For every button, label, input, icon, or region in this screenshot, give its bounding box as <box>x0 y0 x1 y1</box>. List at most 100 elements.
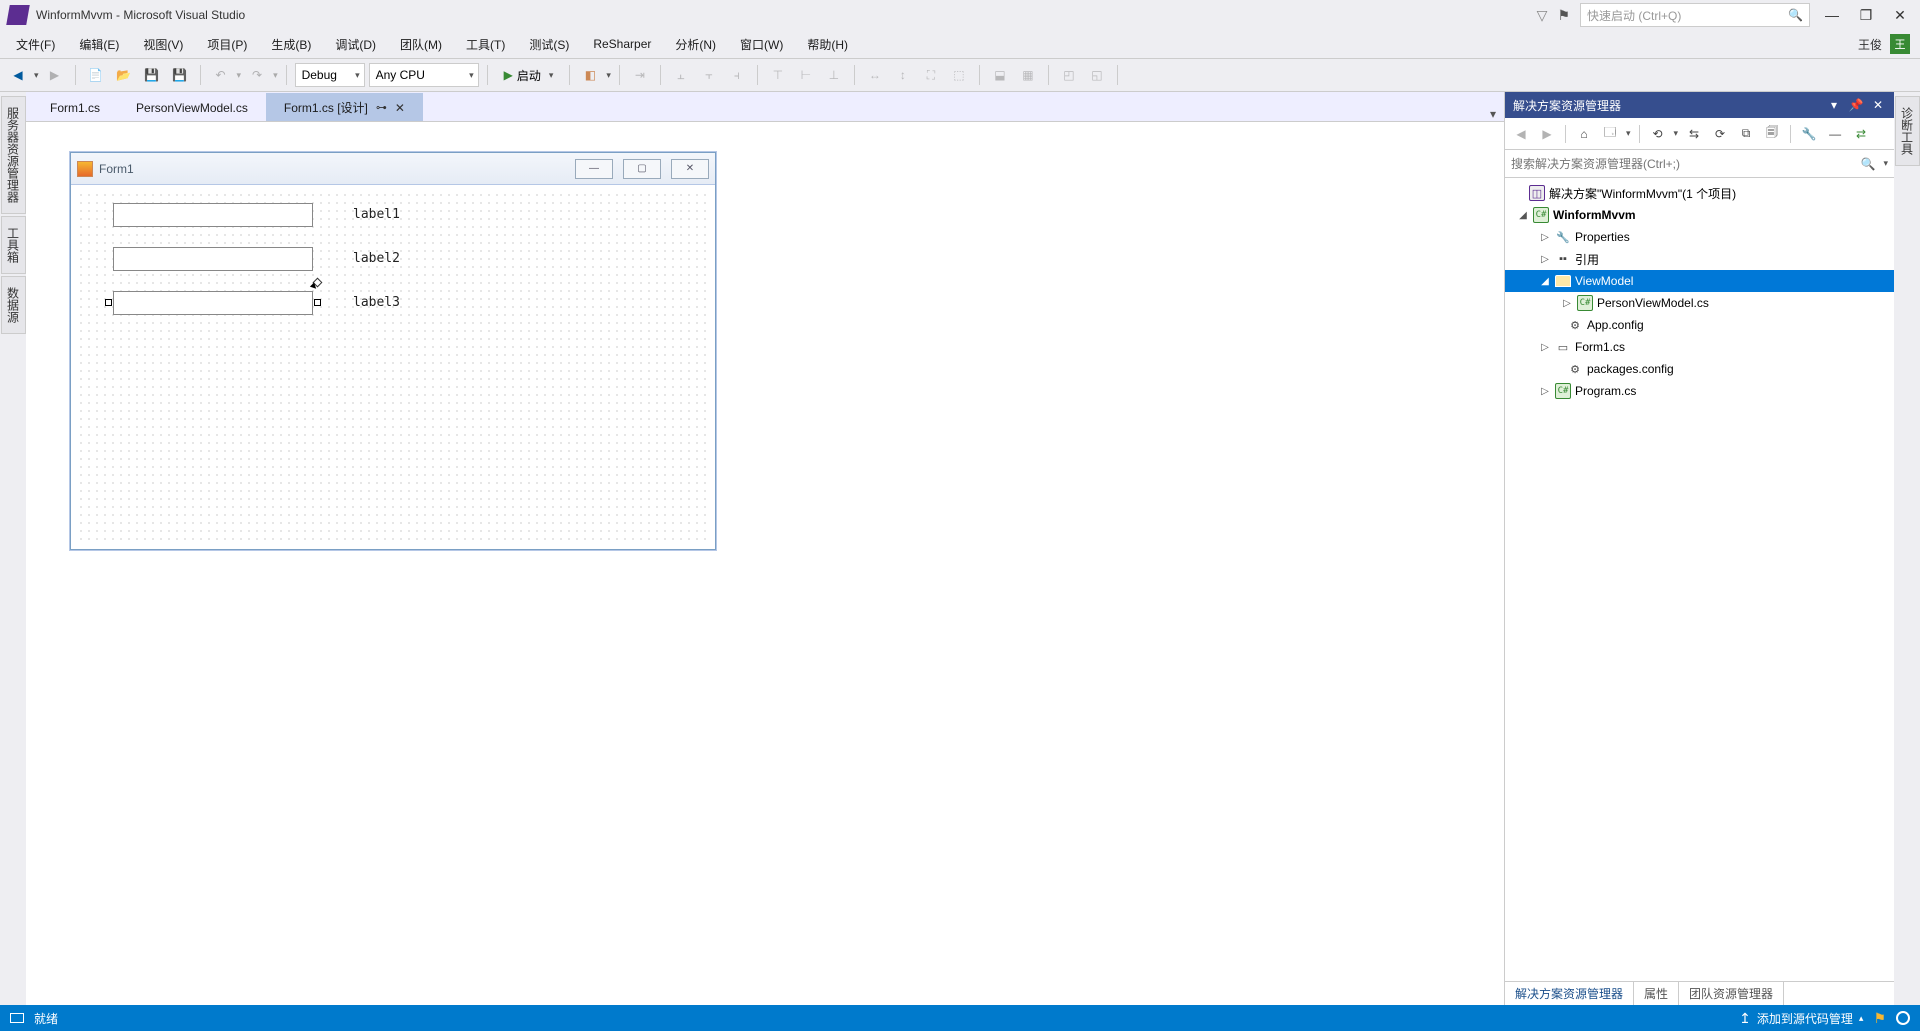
menu-team[interactable]: 团队(M) <box>388 32 454 57</box>
project-node[interactable]: ◢ C# WinformMvvm <box>1505 204 1894 226</box>
server-explorer-tab[interactable]: 服务器资源管理器 <box>1 96 26 214</box>
tab-team-explorer[interactable]: 团队资源管理器 <box>1679 982 1784 1005</box>
menu-project[interactable]: 项目(P) <box>195 32 259 57</box>
user-avatar[interactable]: 王 <box>1890 34 1910 54</box>
start-debug-button[interactable]: ▶ 启动 ▾ <box>496 63 562 87</box>
close-button[interactable]: ✕ <box>1888 7 1912 24</box>
form-title-text: Form1 <box>99 162 565 176</box>
label-3[interactable]: label3 <box>353 295 400 310</box>
viewmodel-folder-node[interactable]: ◢ ViewModel <box>1505 270 1894 292</box>
tab-form1-cs[interactable]: Form1.cs <box>32 93 118 121</box>
pending-changes-icon[interactable]: ⟲ <box>1648 124 1668 144</box>
label-2[interactable]: label2 <box>353 251 400 266</box>
collapse-all-icon[interactable]: ⧉ <box>1736 124 1756 144</box>
references-node[interactable]: ▷ ▪▪ 引用 <box>1505 248 1894 270</box>
feedback-icon[interactable]: ⚑ <box>1557 7 1570 24</box>
menu-test[interactable]: 测试(S) <box>517 32 581 57</box>
tabs-overflow-icon[interactable]: ▾ <box>1482 107 1504 121</box>
minimize-button[interactable]: — <box>1820 7 1844 23</box>
save-button[interactable]: 💾 <box>140 63 164 87</box>
platform-combo[interactable]: Any CPU <box>369 63 479 87</box>
back-icon[interactable]: ◀ <box>1511 124 1531 144</box>
scope-icon[interactable]: 🗔 <box>1600 124 1620 144</box>
csproj-icon: C# <box>1533 207 1549 223</box>
form-titlebar: Form1 — ▢ ✕ <box>71 153 715 185</box>
source-control-button[interactable]: ↥ 添加到源代码管理 ▴ <box>1739 1010 1863 1027</box>
show-all-files-icon[interactable]: 🗐 <box>1762 124 1782 144</box>
notifications-icon[interactable]: ▽ <box>1537 7 1548 24</box>
data-sources-tab[interactable]: 数据源 <box>1 276 26 334</box>
nav-back-button[interactable]: ◀ <box>6 63 30 87</box>
properties-node[interactable]: ▷ 🔧 Properties <box>1505 226 1894 248</box>
textbox-1[interactable] <box>113 203 313 227</box>
form1-node[interactable]: ▷ ▭ Form1.cs <box>1505 336 1894 358</box>
quick-launch-input[interactable]: 快速启动 (Ctrl+Q) 🔍 <box>1580 3 1810 27</box>
tab-form1-design[interactable]: Form1.cs [设计] ⊶ ✕ <box>266 93 423 121</box>
new-project-button[interactable]: 📄 <box>84 63 108 87</box>
quick-launch-placeholder: 快速启动 (Ctrl+Q) <box>1587 7 1681 24</box>
form-client-area[interactable]: label1 label2 ▸ label3 <box>77 191 709 543</box>
label-1[interactable]: label1 <box>353 207 400 222</box>
form1-window[interactable]: Form1 — ▢ ✕ label1 label2 ▸ <box>70 152 716 550</box>
save-all-button[interactable]: 💾 <box>168 63 192 87</box>
notifications-status-icon[interactable]: ⚑ <box>1873 1010 1886 1027</box>
person-vm-node[interactable]: ▷ C# PersonViewModel.cs <box>1505 292 1894 314</box>
form-maximize-icon: ▢ <box>623 159 661 179</box>
menu-window[interactable]: 窗口(W) <box>728 32 795 57</box>
menu-resharper[interactable]: ReSharper <box>581 33 663 55</box>
user-name[interactable]: 王俊 <box>1858 36 1882 53</box>
panel-close-icon[interactable]: ✕ <box>1870 98 1886 112</box>
restore-button[interactable]: ❐ <box>1854 7 1878 24</box>
form-designer-surface[interactable]: Form1 — ▢ ✕ label1 label2 ▸ <box>26 122 1504 1005</box>
search-icon[interactable]: 🔍 <box>1857 157 1880 171</box>
wrench-icon: 🔧 <box>1555 229 1571 245</box>
panel-pin-icon[interactable]: 📌 <box>1848 98 1864 112</box>
config-icon: ⚙ <box>1567 361 1583 377</box>
close-tab-icon[interactable]: ✕ <box>395 101 405 115</box>
redo-button[interactable]: ↷ <box>245 63 269 87</box>
search-icon: 🔍 <box>1788 8 1803 22</box>
refresh-icon[interactable]: ⟳ <box>1710 124 1730 144</box>
open-file-button[interactable]: 📂 <box>112 63 136 87</box>
properties-icon[interactable]: 🔧 <box>1799 124 1819 144</box>
config-combo[interactable]: Debug <box>295 63 365 87</box>
undo-button[interactable]: ↶ <box>209 63 233 87</box>
menu-debug[interactable]: 调试(D) <box>323 32 388 57</box>
panel-dropdown-icon[interactable]: ▾ <box>1826 98 1842 112</box>
menu-view[interactable]: 视图(V) <box>131 32 195 57</box>
menu-tools[interactable]: 工具(T) <box>454 32 517 57</box>
solution-search-input[interactable] <box>1511 153 1857 175</box>
solution-node[interactable]: ▸ ◫ 解决方案"WinformMvvm"(1 个项目) <box>1505 182 1894 204</box>
diagnostic-tools-tab[interactable]: 诊断工具 <box>1895 96 1920 166</box>
tab-solution-explorer[interactable]: 解决方案资源管理器 <box>1505 982 1634 1005</box>
preview-icon[interactable]: — <box>1825 124 1845 144</box>
menu-edit[interactable]: 编辑(E) <box>67 32 131 57</box>
solution-search[interactable]: 🔍 ▾ <box>1505 150 1894 178</box>
pin-icon[interactable]: ⊶ <box>376 101 387 114</box>
window-title: WinformMvvm - Microsoft Visual Studio <box>36 8 245 22</box>
search-options-icon[interactable]: ▾ <box>1879 158 1888 169</box>
nav-forward-button[interactable]: ▶ <box>43 63 67 87</box>
tab-properties[interactable]: 属性 <box>1634 982 1679 1005</box>
tab-personviewmodel[interactable]: PersonViewModel.cs <box>118 93 266 121</box>
right-dock: 诊断工具 <box>1894 92 1920 1005</box>
menu-analyze[interactable]: 分析(N) <box>663 32 728 57</box>
align-top-icon: ⊤ <box>766 63 790 87</box>
menu-build[interactable]: 生成(B) <box>259 32 323 57</box>
selection-handles[interactable]: ▸ <box>108 288 318 318</box>
program-node[interactable]: ▷ C# Program.cs <box>1505 380 1894 402</box>
resharper-icon[interactable]: ◧ <box>578 63 602 87</box>
app-config-node[interactable]: ▷ ⚙ App.config <box>1505 314 1894 336</box>
solution-tree[interactable]: ▸ ◫ 解决方案"WinformMvvm"(1 个项目) ◢ C# Winfor… <box>1505 178 1894 981</box>
references-icon: ▪▪ <box>1555 251 1571 267</box>
home-icon[interactable]: ⌂ <box>1574 124 1594 144</box>
menu-help[interactable]: 帮助(H) <box>795 32 860 57</box>
view-code-icon[interactable]: ⇄ <box>1851 124 1871 144</box>
packages-config-node[interactable]: ▷ ⚙ packages.config <box>1505 358 1894 380</box>
forward-icon[interactable]: ▶ <box>1537 124 1557 144</box>
sync-icon[interactable]: ⇆ <box>1684 124 1704 144</box>
toolbox-tab[interactable]: 工具箱 <box>1 216 26 274</box>
solution-explorer-panel: 解决方案资源管理器 ▾ 📌 ✕ ◀ ▶ ⌂ 🗔 ▾ ⟲ ▾ ⇆ ⟳ ⧉ 🗐 🔧 … <box>1504 92 1894 1005</box>
menu-file[interactable]: 文件(F) <box>4 32 67 57</box>
textbox-2[interactable] <box>113 247 313 271</box>
